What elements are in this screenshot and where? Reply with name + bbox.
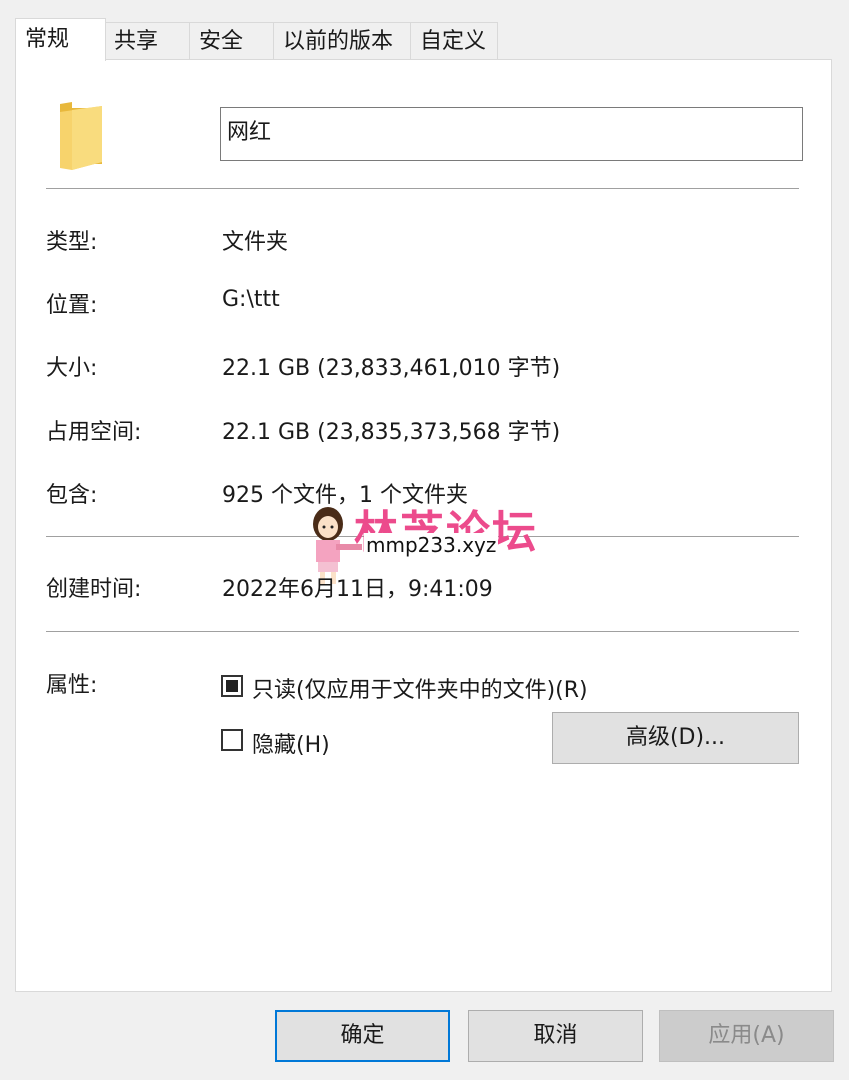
divider <box>46 188 799 189</box>
tab-sharing[interactable]: 共享 <box>104 22 191 59</box>
readonly-checkbox[interactable] <box>221 675 243 697</box>
watermark-url: mmp233.xyz <box>364 533 499 557</box>
hidden-label[interactable]: 隐藏(H) <box>252 727 330 759</box>
hidden-checkbox[interactable] <box>221 729 243 751</box>
location-value: G:\ttt <box>222 287 280 312</box>
type-value: 文件夹 <box>222 230 289 255</box>
divider <box>46 631 799 632</box>
folder-icon <box>60 102 102 170</box>
cancel-button[interactable]: 取消 <box>468 1010 643 1062</box>
readonly-label[interactable]: 只读(仅应用于文件夹中的文件)(R) <box>252 672 588 704</box>
tab-security-label: 安全 <box>199 29 244 54</box>
location-label: 位置: <box>46 293 98 318</box>
tab-customize-label: 自定义 <box>420 29 487 54</box>
tab-previous-versions[interactable]: 以前的版本 <box>273 22 412 59</box>
tab-general-label: 常规 <box>25 27 70 52</box>
tab-general[interactable]: 常规 <box>15 18 106 61</box>
contains-label: 包含: <box>46 483 98 508</box>
size-value: 22.1 GB (23,833,461,010 字节) <box>222 356 561 381</box>
size-on-disk-value: 22.1 GB (23,835,373,568 字节) <box>222 420 561 445</box>
size-label: 大小: <box>46 356 98 381</box>
advanced-button[interactable]: 高级(D)... <box>552 712 799 764</box>
size-on-disk-label: 占用空间: <box>46 420 142 445</box>
apply-button[interactable]: 应用(A) <box>659 1010 834 1062</box>
attributes-label: 属性: <box>46 673 98 698</box>
ok-button[interactable]: 确定 <box>275 1010 450 1062</box>
general-tab-panel: 网红 类型: 文件夹 位置: G:\ttt 大小: 22.1 GB (23,83… <box>15 59 832 992</box>
created-value: 2022年6月11日，9:41:09 <box>222 577 493 602</box>
tab-sharing-label: 共享 <box>114 29 159 54</box>
type-label: 类型: <box>46 230 98 255</box>
created-label: 创建时间: <box>46 577 142 602</box>
indeterminate-mark-icon <box>226 680 238 692</box>
tab-customize[interactable]: 自定义 <box>410 22 498 59</box>
folder-name-input[interactable]: 网红 <box>220 107 803 161</box>
tab-previous-versions-label: 以前的版本 <box>283 29 394 54</box>
tab-security[interactable]: 安全 <box>189 22 275 59</box>
